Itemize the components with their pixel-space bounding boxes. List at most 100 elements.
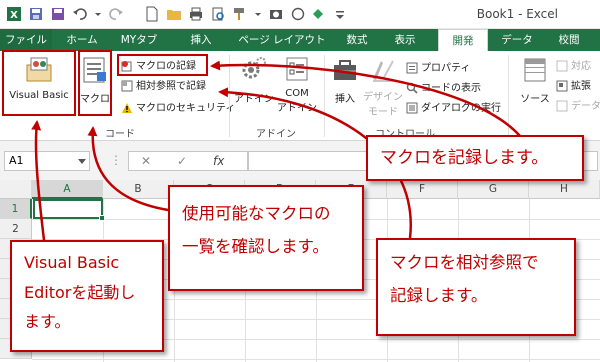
excel-window: X Book1 - Excel ファイル ホーム MYタブ 挿入 ページ レイア… (0, 0, 600, 362)
painter-dropdown-icon[interactable] (254, 6, 262, 22)
design-mode-icon (373, 60, 394, 82)
callout-macro-list: 使用可能なマクロの 一覧を確認します。 (168, 185, 364, 291)
column-header[interactable]: F (387, 180, 458, 199)
save-as-icon[interactable] (50, 6, 66, 22)
tab-data[interactable]: データ (494, 29, 540, 51)
properties-button[interactable]: プロパティ (406, 61, 470, 77)
addin-label: アドイン (234, 94, 274, 105)
run-dialog-icon (406, 102, 418, 114)
expansion-packs-label: 拡張 (571, 81, 591, 92)
macro-security-button[interactable]: マクロのセキュリティ (121, 101, 235, 117)
excel-logo-icon: X (7, 7, 21, 21)
properties-label: プロパティ (421, 63, 471, 74)
map-properties-icon (556, 60, 568, 72)
formula-buttons: ✕ ✓ fx (128, 151, 248, 171)
highlight-visual-basic (2, 50, 76, 116)
tab-mytab[interactable]: MYタブ (112, 29, 166, 51)
tab-developer[interactable]: 開発 (438, 29, 488, 51)
fill-handle[interactable] (99, 215, 105, 221)
tab-home[interactable]: ホーム (56, 29, 108, 51)
row-header[interactable]: 2 (0, 219, 32, 239)
name-box-dropdown-icon[interactable] (78, 159, 86, 165)
view-code-label: コードの表示 (421, 83, 481, 94)
view-code-icon (406, 82, 418, 94)
security-warning-icon (122, 103, 132, 113)
gear-icon (242, 57, 266, 79)
column-header[interactable]: G (458, 180, 529, 199)
formula-bar-grip-icon: ⋮ (110, 153, 122, 167)
relative-reference-label: 相対参照で記録 (136, 81, 206, 92)
com-addin-button[interactable]: COM アドイン (276, 55, 318, 114)
enter-icon[interactable]: ✓ (177, 154, 187, 168)
group-separator (229, 55, 230, 137)
column-header[interactable]: H (529, 180, 600, 199)
row-header[interactable]: 1 (0, 199, 32, 219)
addin-button[interactable]: アドイン (234, 55, 274, 105)
toolbox-icon (334, 60, 356, 80)
callout-record-macro: マクロを記録します。 (366, 135, 584, 181)
expansion-packs-icon (556, 80, 568, 92)
undo-dropdown-icon[interactable] (94, 6, 102, 22)
tab-review[interactable]: 校閲 (546, 29, 592, 51)
map-properties-label: 対応 (571, 61, 591, 72)
refresh-data-button[interactable]: データ (556, 99, 600, 115)
addin-group-label: アドイン (256, 129, 296, 140)
color-fill-icon[interactable] (310, 6, 326, 22)
xml-source-label: ソース (520, 94, 550, 105)
tab-file[interactable]: ファイル (0, 29, 52, 51)
highlight-record-macro (117, 54, 208, 76)
design-mode-label-1: デザイン (363, 92, 403, 103)
active-cell[interactable] (33, 199, 103, 219)
view-code-button[interactable]: コードの表示 (406, 81, 481, 97)
column-header[interactable]: B (103, 180, 174, 199)
code-group-label: コード (105, 129, 135, 140)
xml-source-button[interactable]: ソース (516, 55, 554, 105)
format-painter-icon[interactable] (232, 6, 248, 22)
design-mode-label-2: モード (368, 107, 398, 118)
design-mode-button[interactable]: デザイン モード (362, 55, 404, 118)
callout-relative-reference: マクロを相対参照で 記録します。 (376, 238, 576, 336)
open-folder-icon[interactable] (166, 6, 182, 22)
svg-text:X: X (10, 10, 18, 21)
tab-formulas[interactable]: 数式 (336, 29, 378, 51)
column-header[interactable]: A (32, 180, 103, 199)
title-bar: X Book1 - Excel (0, 0, 600, 29)
save-icon[interactable] (28, 6, 44, 22)
highlight-macro (78, 50, 112, 116)
run-dialog-button[interactable]: ダイアログの実行 (406, 101, 501, 117)
quick-print-icon[interactable] (188, 6, 204, 22)
cancel-icon[interactable]: ✕ (141, 154, 151, 168)
callout-visual-basic-editor: Visual Basic Editorを起動し ます。 (10, 240, 164, 352)
map-properties-button[interactable]: 対応 (556, 59, 591, 75)
select-all-corner[interactable] (0, 180, 32, 199)
tab-page-layout[interactable]: ページ レイアウト (236, 29, 328, 51)
relative-reference-button[interactable]: 相対参照で記録 (121, 79, 206, 95)
print-preview-icon[interactable] (210, 6, 226, 22)
tab-view[interactable]: 表示 (384, 29, 426, 51)
tab-insert[interactable]: 挿入 (180, 29, 222, 51)
xml-source-icon (524, 58, 546, 82)
window-title: Book1 - Excel (476, 7, 558, 21)
properties-icon (406, 62, 418, 74)
insert-function-icon[interactable]: fx (213, 154, 224, 168)
shape-circle-icon[interactable] (290, 6, 306, 22)
group-separator (324, 55, 325, 137)
com-addin-label-2: アドイン (277, 103, 317, 114)
insert-control-button[interactable]: 挿入 (328, 55, 362, 105)
com-addin-list-icon (286, 57, 308, 81)
expansion-packs-button[interactable]: 拡張 (556, 79, 591, 95)
refresh-data-label: データ (571, 101, 600, 112)
new-document-icon[interactable] (144, 6, 160, 22)
relative-reference-icon (121, 80, 133, 92)
macro-security-label: マクロのセキュリティ (136, 103, 236, 114)
camera-icon[interactable] (268, 6, 284, 22)
undo-icon[interactable] (72, 6, 88, 22)
insert-control-label: 挿入 (335, 94, 355, 105)
group-separator (508, 55, 509, 137)
run-dialog-label: ダイアログの実行 (421, 103, 501, 114)
com-addin-label-1: COM (285, 88, 309, 99)
refresh-data-icon (556, 100, 568, 112)
ribbon-tab-bar: ファイル ホーム MYタブ 挿入 ページ レイアウト 数式 表示 開発 データ … (0, 29, 600, 51)
redo-icon[interactable] (108, 6, 124, 22)
customize-qat-icon[interactable] (332, 6, 348, 22)
